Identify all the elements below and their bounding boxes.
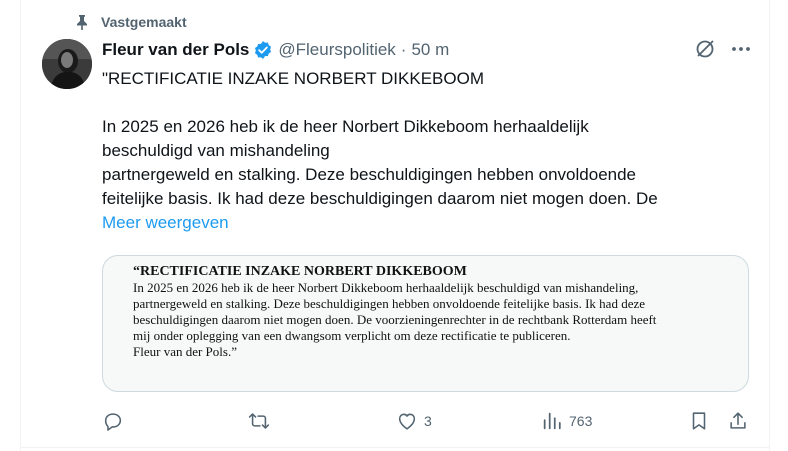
bookmark-icon [692,412,706,430]
views-chart-icon [543,412,561,430]
action-bar: 3 763 [102,409,752,433]
header-icons [694,38,752,60]
reply-icon [104,413,122,431]
tweet-time[interactable]: 50 m [411,40,449,60]
retweet-icon [248,413,270,429]
document-line: mij onder oplegging van een dwangsom ver… [133,328,571,343]
like-count: 3 [424,413,432,429]
document-title: “RECTIFICATIE INZAKE NORBERT DIKKEBOOM [133,264,467,279]
tweet-line: "RECTIFICATIE INZAKE NORBERT DIKKEBOOM [102,69,484,88]
document-line: partnergeweld en stalking. Deze beschuld… [133,296,646,311]
bookmark-button[interactable] [688,409,710,433]
tweet-text: "RECTIFICATIE INZAKE NORBERT DIKKEBOOM I… [102,67,742,235]
reply-button[interactable] [102,409,130,433]
share-button[interactable] [727,409,749,433]
tweet-line: beschuldigd van mishandeling [102,141,330,160]
document-line: Fleur van der Pols.” [133,344,237,359]
like-button[interactable]: 3 [396,409,432,433]
show-more-link[interactable]: Meer weergeven [102,213,229,232]
rectification-document-image: “RECTIFICATIE INZAKE NORBERT DIKKEBOOM I… [133,264,723,360]
more-options-icon[interactable] [730,38,752,60]
share-icon [730,412,746,429]
author-name[interactable]: Fleur van der Pols [102,40,249,60]
heart-icon [398,413,416,430]
media-card[interactable]: “RECTIFICATIE INZAKE NORBERT DIKKEBOOM I… [102,255,749,392]
pin-icon [77,15,87,30]
header-separator: · [400,40,407,59]
avatar[interactable] [42,39,92,89]
divider [20,447,770,448]
tweet-line: partnergeweld en stalking. Deze beschuld… [102,165,637,184]
author-handle[interactable]: @Fleurspolitiek [278,40,395,60]
tweet-header: Fleur van der Pols @Fleurspolitiek · 50 … [102,39,449,61]
tweet-line: feitelijke basis. Ik had deze beschuldig… [102,189,658,208]
retweet-button[interactable] [248,409,276,433]
grok-icon[interactable] [694,38,716,60]
document-line: beschuldigingen daarom niet mogen doen. … [133,312,657,327]
pinned-indicator: Vastgemaakt [75,12,187,32]
document-line: In 2025 en 2026 heb ik de heer Norbert D… [133,280,639,295]
views-button[interactable]: 763 [541,409,592,433]
pinned-label: Vastgemaakt [101,14,187,30]
views-count: 763 [569,413,593,429]
tweet-line: In 2025 en 2026 heb ik de heer Norbert D… [102,117,589,136]
verified-badge-icon[interactable] [253,40,273,60]
